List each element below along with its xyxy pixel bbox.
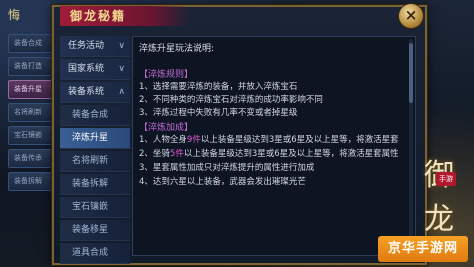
panel-title: 御龙秘籍 [60, 6, 190, 26]
guide-nav: 任务活动 ∨ 国家系统 ∨ 装备系统 ∧ 装备合成 淬炼升星 名将刷新 装备拆解… [60, 36, 130, 266]
nav-item-refine-star[interactable]: 淬炼升星 [60, 128, 130, 149]
highlight-count: 9件 [186, 135, 201, 145]
background-menu-item: 装备传承 [8, 149, 52, 168]
bonus-section-tag: 【淬炼加成】 [139, 123, 194, 133]
rule-line: 1、选择需要淬炼的装备，并放入淬炼宝石 [139, 82, 298, 92]
nav-item-equipment-dismantle[interactable]: 装备拆解 [60, 174, 130, 195]
chevron-down-icon: ∨ [118, 64, 125, 74]
background-menu-item: 装备合成 [8, 34, 52, 53]
close-button[interactable]: × [398, 3, 424, 29]
nav-item-label: 装备系统 [68, 87, 105, 97]
content-scrollbar[interactable] [409, 39, 413, 251]
background-menu-item: 装备升星 [8, 80, 52, 99]
bonus-line: 4、达到六星以上装备，武器会发出璀璨光芒 [139, 177, 306, 187]
game-logo-tag: 手游 [436, 172, 456, 186]
nav-item-nation-system[interactable]: 国家系统 ∨ [60, 59, 130, 80]
background-menu-item: 名将刷新 [8, 103, 52, 122]
background-menu-item: 装备拆解 [8, 172, 52, 191]
site-watermark: 京华手游网 [378, 236, 468, 262]
bonus-line: 3、星套属性加成只对淬炼提升的属性进行加成 [139, 163, 315, 173]
nav-item-general-refresh[interactable]: 名将刷新 [60, 151, 130, 172]
game-logo: 御龙 [424, 158, 454, 237]
background-menu: 装备合成 装备打造 装备升星 名将刷新 宝石镶嵌 装备传承 装备拆解 [8, 34, 52, 195]
chevron-up-icon: ∧ [118, 87, 125, 97]
nav-item-equipment-synthesis[interactable]: 装备合成 [60, 105, 130, 126]
nav-item-equipment-star-transfer[interactable]: 装备移星 [60, 220, 130, 241]
nav-item-label: 国家系统 [68, 64, 105, 74]
background-menu-item: 装备打造 [8, 57, 52, 76]
content-title: 淬炼升星玩法说明: [139, 44, 215, 54]
background-menu-item: 宝石镶嵌 [8, 126, 52, 145]
nav-item-task-activity[interactable]: 任务活动 ∨ [60, 36, 130, 57]
nav-item-label: 任务活动 [68, 41, 105, 51]
bonus-line: 2、坐骑5件以上装备星级达到3星或6星及以上星等，将激活星套属性 [139, 149, 399, 159]
guide-content: 淬炼升星玩法说明: 【淬炼规则】 1、选择需要淬炼的装备，并放入淬炼宝石 2、不… [132, 36, 416, 256]
chevron-down-icon: ∨ [118, 41, 125, 51]
highlight-count: 5件 [169, 149, 184, 159]
nav-item-item-synthesis[interactable]: 道具合成 [60, 243, 130, 264]
bonus-line: 1、人物全身9件以上装备星级达到3星或6星及以上星等，将激活星套 [139, 135, 399, 145]
rule-line: 3、淬炼过程中失败有几率不变或者掉星级 [139, 108, 298, 118]
background-title: 悔 [8, 8, 23, 22]
nav-item-gem-inlay[interactable]: 宝石镶嵌 [60, 197, 130, 218]
scroll-thumb[interactable] [409, 43, 413, 103]
nav-item-equipment-system[interactable]: 装备系统 ∧ [60, 82, 130, 103]
rule-line: 2、不同种类的淬炼宝石对淬炼的成功率影响不同 [139, 95, 323, 105]
rules-section-tag: 【淬炼规则】 [139, 70, 194, 80]
